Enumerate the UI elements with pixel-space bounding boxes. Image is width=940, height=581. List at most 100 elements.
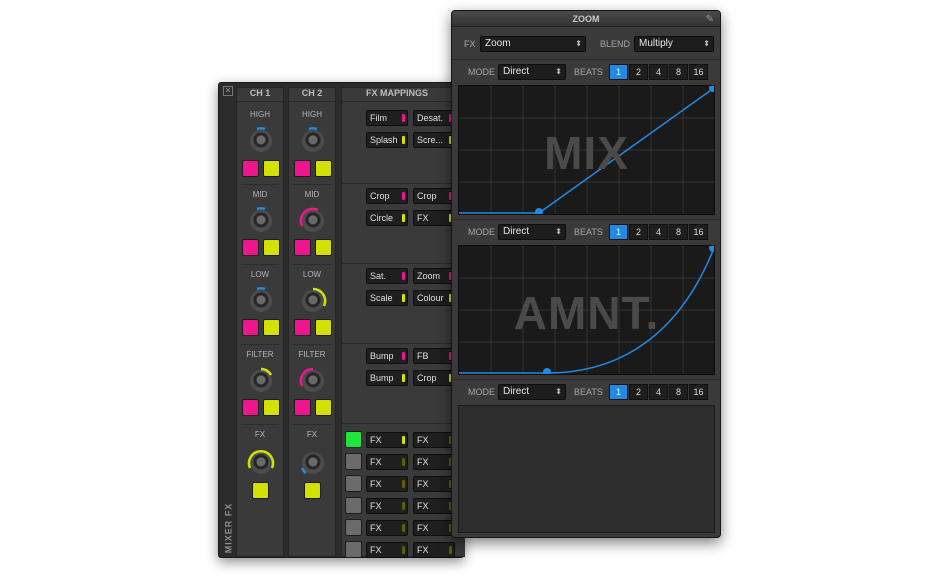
fx-map-button[interactable]: FB xyxy=(413,348,455,364)
fx-map-button[interactable]: Bump xyxy=(366,348,408,364)
fx-map-button[interactable]: Sat. xyxy=(366,268,408,284)
ch1-fx-knob[interactable] xyxy=(247,450,275,474)
envelope-handle[interactable] xyxy=(535,208,543,215)
fx-slot-button[interactable]: FX xyxy=(366,432,408,448)
fx-map-button[interactable]: Scre... xyxy=(413,132,455,148)
ch1-fx-pad[interactable] xyxy=(252,482,269,499)
fx-select[interactable]: Zoom ⬍ xyxy=(480,36,586,52)
ch2-low-kill-pad[interactable] xyxy=(294,319,311,336)
ch2-high-section: HIGH xyxy=(289,108,335,119)
fx-map-button[interactable]: Scale xyxy=(366,290,408,306)
beat-option-2[interactable]: 2 xyxy=(629,224,648,240)
fx-slot-select-pad[interactable] xyxy=(345,453,362,470)
fx-map-button[interactable]: Crop xyxy=(366,188,408,204)
fx-map-button[interactable]: Circle xyxy=(366,210,408,226)
ch2-high-knob[interactable] xyxy=(302,127,324,152)
pencil-icon[interactable]: ✎ xyxy=(706,14,714,25)
blend-label: BLEND xyxy=(600,39,631,49)
ch1-high-kill-pad[interactable] xyxy=(242,160,259,177)
beat-option-4[interactable]: 4 xyxy=(649,384,668,400)
beat-option-2[interactable]: 2 xyxy=(629,384,648,400)
beat-option-4[interactable]: 4 xyxy=(649,64,668,80)
amount-mode-select[interactable]: Direct ⬍ xyxy=(498,224,566,240)
ch1-low-knob[interactable] xyxy=(250,287,272,312)
beat-option-1[interactable]: 1 xyxy=(609,384,628,400)
zoom-panel-title: ZOOM xyxy=(452,11,720,27)
ch2-filter-kill-pad[interactable] xyxy=(294,399,311,416)
fx-slot-select-pad[interactable] xyxy=(345,475,362,492)
beat-option-16[interactable]: 16 xyxy=(689,64,708,80)
ch1-mid-fx-pad[interactable] xyxy=(263,239,280,256)
ch2-low-knob[interactable] xyxy=(302,287,327,312)
fx-slot-button[interactable]: FX xyxy=(366,542,408,558)
beat-option-1[interactable]: 1 xyxy=(609,64,628,80)
fx-mappings-column: FX MAPPINGS Film Desat. Splash Scre... C… xyxy=(341,87,465,558)
fx-slot-button[interactable]: FX xyxy=(413,498,455,514)
third-envelope-area[interactable] xyxy=(458,405,715,533)
fx-map-button[interactable]: Desat. xyxy=(413,110,455,126)
ch2-filter-fx-pad[interactable] xyxy=(315,399,332,416)
close-icon[interactable]: ✕ xyxy=(223,86,233,96)
ch2-low-fx-pad[interactable] xyxy=(315,319,332,336)
fx-map-button[interactable]: Crop xyxy=(413,370,455,386)
ch1-high-fx-pad[interactable] xyxy=(263,160,280,177)
ch2-mid-kill-pad[interactable] xyxy=(294,239,311,256)
fx-map-button[interactable]: Bump xyxy=(366,370,408,386)
fx-slot-button[interactable]: FX xyxy=(413,542,455,558)
ch1-filter-knob[interactable] xyxy=(250,367,273,392)
beat-option-4[interactable]: 4 xyxy=(649,224,668,240)
amount-envelope-graph[interactable]: AMNT. xyxy=(458,245,715,375)
beat-option-8[interactable]: 8 xyxy=(669,224,688,240)
fx-slot-button[interactable]: FX xyxy=(413,432,455,448)
ch1-high-knob[interactable] xyxy=(250,127,272,152)
envelope-handle[interactable] xyxy=(543,368,551,375)
beats-label: BEATS xyxy=(574,67,603,77)
ch2-high-kill-pad[interactable] xyxy=(294,160,311,177)
ch1-low-fx-pad[interactable] xyxy=(263,319,280,336)
fx-slot-button[interactable]: FX xyxy=(413,520,455,536)
ch1-filter-kill-pad[interactable] xyxy=(242,399,259,416)
fx-map-button[interactable]: Colour xyxy=(413,290,455,306)
ch2-mid-fx-pad[interactable] xyxy=(315,239,332,256)
beat-option-1[interactable]: 1 xyxy=(609,224,628,240)
ch1-filter-fx-pad[interactable] xyxy=(263,399,280,416)
mix-envelope-graph[interactable]: MIX xyxy=(458,85,715,215)
fx-slot-select-pad[interactable] xyxy=(345,519,362,536)
beat-option-16[interactable]: 16 xyxy=(689,224,708,240)
ch1-low-label: LOW xyxy=(250,270,270,279)
fx-map-button[interactable]: Zoom xyxy=(413,268,455,284)
envelope-handle[interactable] xyxy=(709,246,715,252)
fx-slot-button[interactable]: FX xyxy=(366,454,408,470)
fx-slot-select-pad[interactable] xyxy=(345,497,362,514)
beat-option-8[interactable]: 8 xyxy=(669,64,688,80)
beat-option-2[interactable]: 2 xyxy=(629,64,648,80)
fx-slot-select-pad[interactable] xyxy=(345,541,362,558)
ch1-low-kill-pad[interactable] xyxy=(242,319,259,336)
third-beats-selector: 1 2 4 8 16 xyxy=(609,384,709,400)
ch2-high-fx-pad[interactable] xyxy=(315,160,332,177)
ch2-filter-knob[interactable] xyxy=(299,367,324,392)
ch2-mid-knob[interactable] xyxy=(299,207,324,232)
ch1-mid-section: MID xyxy=(237,188,283,199)
ch2-fx-pad[interactable] xyxy=(304,482,321,499)
fx-slot-button[interactable]: FX xyxy=(413,476,455,492)
fx-slot-button[interactable]: FX xyxy=(366,520,408,536)
fx-slot-select-pad[interactable] xyxy=(345,431,362,448)
fx-map-button[interactable]: FX xyxy=(413,210,455,226)
fx-slot-button[interactable]: FX xyxy=(413,454,455,470)
ch2-fx-knob[interactable] xyxy=(300,452,324,475)
mix-mode-select[interactable]: Direct ⬍ xyxy=(498,64,566,80)
fx-slot-button[interactable]: FX xyxy=(366,476,408,492)
beat-option-16[interactable]: 16 xyxy=(689,384,708,400)
third-mode-select[interactable]: Direct ⬍ xyxy=(498,384,566,400)
fx-map-button[interactable]: Crop xyxy=(413,188,455,204)
beat-option-8[interactable]: 8 xyxy=(669,384,688,400)
fx-slot-button[interactable]: FX xyxy=(366,498,408,514)
ch1-mid-knob[interactable] xyxy=(250,207,272,232)
ch1-mid-kill-pad[interactable] xyxy=(242,239,259,256)
blend-select[interactable]: Multiply ⬍ xyxy=(634,36,714,52)
divider xyxy=(241,184,279,185)
fx-map-button[interactable]: Splash xyxy=(366,132,408,148)
mode-label: MODE xyxy=(468,227,495,237)
fx-map-button[interactable]: Film xyxy=(366,110,408,126)
